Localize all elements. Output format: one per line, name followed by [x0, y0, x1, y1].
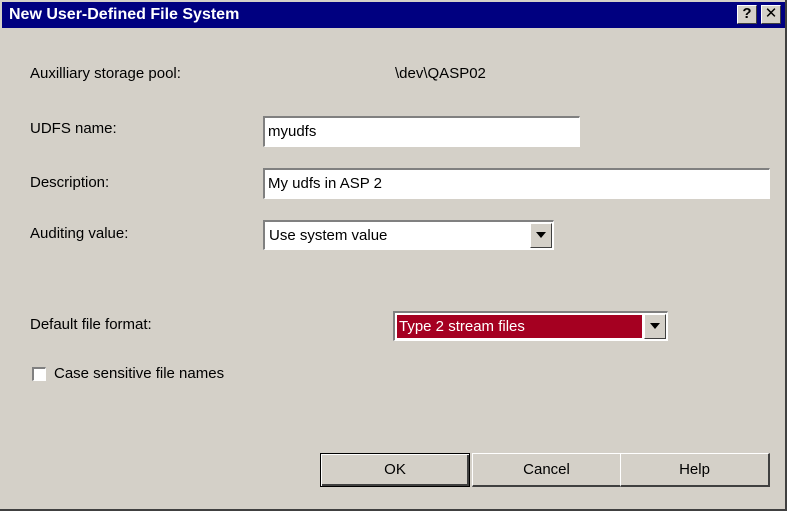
default-format-select[interactable]: Type 2 stream files: [393, 311, 668, 341]
default-format-selected-value: Type 2 stream files: [396, 314, 643, 339]
auditing-dropdown-button[interactable]: [530, 223, 552, 248]
auditing-selected-value: Use system value: [269, 227, 388, 244]
window-title: New User-Defined File System: [9, 6, 240, 23]
help-button[interactable]: Help: [620, 453, 770, 487]
title-bar[interactable]: New User-Defined File System ? ✕: [2, 2, 785, 28]
title-close-button[interactable]: ✕: [761, 5, 781, 24]
description-label: Description:: [30, 174, 110, 191]
title-help-button[interactable]: ?: [737, 5, 757, 24]
question-icon: ?: [742, 5, 752, 22]
case-sensitive-checkbox[interactable]: [32, 367, 46, 381]
ok-button[interactable]: OK: [320, 453, 470, 487]
close-icon: ✕: [764, 5, 778, 22]
dialog-window: New User-Defined File System ? ✕ Auxilli…: [0, 0, 787, 511]
asp-label: Auxilliary storage pool:: [30, 65, 181, 82]
default-format-label: Default file format:: [30, 316, 152, 333]
auditing-select[interactable]: Use system value: [263, 220, 554, 250]
description-input[interactable]: My udfs in ASP 2: [263, 168, 770, 199]
asp-value: \dev\QASP02: [395, 65, 486, 82]
udfs-name-input[interactable]: myudfs: [263, 116, 580, 147]
udfs-name-label: UDFS name:: [30, 120, 117, 137]
chevron-down-icon: [650, 323, 660, 329]
auditing-label: Auditing value:: [30, 225, 129, 242]
chevron-down-icon: [536, 232, 546, 238]
default-format-dropdown-button[interactable]: [644, 314, 666, 339]
cancel-button[interactable]: Cancel: [472, 453, 622, 487]
case-sensitive-label[interactable]: Case sensitive file names: [54, 365, 224, 382]
